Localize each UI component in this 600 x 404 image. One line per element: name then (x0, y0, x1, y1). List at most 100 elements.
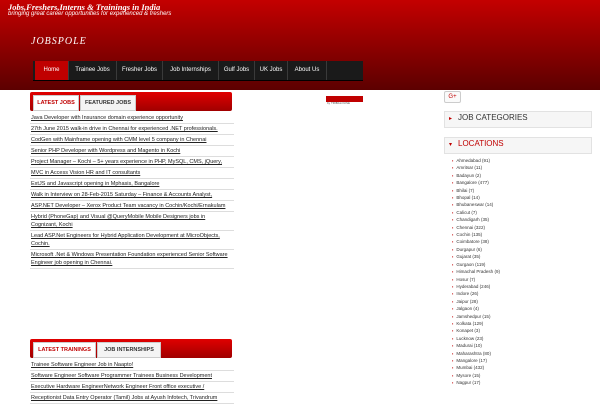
location-item[interactable]: ▪ Bangalore (477) (452, 179, 582, 186)
site-header: Jobs,Freshers,Interns & Trainings in Ind… (0, 0, 600, 90)
nav-job-internships[interactable]: Job Internships (163, 61, 219, 80)
bullet-icon: ▪ (452, 195, 454, 201)
location-label: Jalgaon (4) (456, 306, 479, 312)
nav-gulf-jobs[interactable]: Gulf Jobs (219, 61, 255, 80)
location-item[interactable]: ▪ Mangalore (17) (452, 357, 582, 364)
bullet-icon: ▪ (452, 202, 454, 208)
location-item[interactable]: ▪ Himachal Pradesh (9) (452, 268, 582, 275)
bullet-icon: ▪ (452, 291, 454, 297)
job-categories-header[interactable]: ▸ JOB CATEGORIES (444, 111, 592, 128)
list-item[interactable]: Senior PHP Developer with Wordpress and … (30, 146, 234, 157)
location-item[interactable]: ▪ Hosur (7) (452, 276, 582, 283)
bullet-icon: ▪ (452, 357, 454, 363)
tab-latest-trainings[interactable]: LATEST TRAININGS (33, 342, 96, 358)
tab-featured-jobs[interactable]: FEATURED JOBS (80, 95, 136, 111)
bullet-icon: ▪ (452, 239, 454, 245)
list-item[interactable]: Software Engineer Software Programmer Tr… (30, 371, 234, 382)
location-item[interactable]: ▪ Mumbai (432) (452, 364, 582, 371)
locations-list: ▪ Ahmedabad (91) ▪ Amritsar (11) ▪ Badayun (2… (452, 157, 582, 387)
location-item[interactable]: ▪ Ahmedabad (91) (452, 157, 582, 164)
bullet-icon: ▪ (452, 380, 454, 386)
location-item[interactable]: ▪ Nagpur (17) (452, 379, 582, 386)
locations-header[interactable]: ▾ LOCATIONS (444, 137, 592, 154)
location-item[interactable]: ▪ Gujarat (35) (452, 253, 582, 260)
location-item[interactable]: ▪ Bhilai (7) (452, 187, 582, 194)
location-item[interactable]: ▪ Lucknow (23) (452, 335, 582, 342)
location-item[interactable]: ▪ Calicut (7) (452, 209, 582, 216)
location-item[interactable]: ▪ Konapet (3) (452, 327, 582, 334)
location-item[interactable]: ▪ Jalgaon (4) (452, 305, 582, 312)
list-item[interactable]: CodGen with Mainframe opening with CMM l… (30, 135, 234, 146)
bullet-icon: ▪ (452, 372, 454, 378)
bullet-icon: ▪ (452, 261, 454, 267)
location-label: Hyderabad (246) (456, 283, 491, 289)
location-item[interactable]: ▪ Mysore (15) (452, 372, 582, 379)
tab-latest-jobs[interactable]: LATEST JOBS (33, 95, 79, 111)
main-nav: Home Trainee Jobs Fresher Jobs Job Inter… (33, 61, 363, 81)
chevron-right-icon: ▸ (449, 116, 453, 122)
nav-about-us[interactable]: About Us (288, 61, 327, 80)
bullet-icon: ▪ (452, 209, 454, 215)
location-label: Ahmedabad (91) (456, 158, 490, 163)
location-label: Konapet (3) (456, 328, 480, 334)
location-label: Himachal Pradesh (9) (456, 269, 500, 275)
job-categories-title: JOB CATEGORIES (458, 113, 528, 122)
list-item[interactable]: Hybrid (PhoneGap) and Visual @QueryMobil… (30, 212, 234, 231)
nav-fresher-jobs[interactable]: Fresher Jobs (117, 61, 163, 80)
bullet-icon: ▪ (452, 187, 454, 193)
location-label: Hosur (7) (456, 276, 476, 282)
location-item[interactable]: ▪ Kolkata (129) (452, 320, 582, 327)
nav-uk-jobs[interactable]: UK Jobs (255, 61, 288, 80)
trainings-tabbar: LATEST TRAININGS JOB INTERNSHIPS (30, 339, 232, 358)
location-label: Amritsar (11) (456, 165, 483, 171)
location-label: Nagpur (17) (456, 380, 481, 386)
bullet-icon: ▪ (452, 320, 454, 326)
list-item[interactable]: ASP.NET Developer – Xerox Product Team v… (30, 201, 234, 212)
location-item[interactable]: ▪ Bhopal (14) (452, 194, 582, 201)
location-item[interactable]: ▪ Jamshedpur (15) (452, 313, 582, 320)
location-label: Calicut (7) (456, 209, 477, 215)
google-plus-button[interactable]: G+ (444, 91, 461, 103)
bullet-icon: ▪ (452, 172, 454, 178)
list-item[interactable]: MVC in Access Vision HR and IT consultan… (30, 168, 234, 179)
nav-home[interactable]: Home (35, 61, 69, 80)
list-item[interactable]: Java Developer with Insurance domain exp… (30, 113, 234, 124)
location-label: Maharashtra (80) (456, 350, 491, 356)
location-item[interactable]: ▪ Durgapur (6) (452, 246, 582, 253)
location-item[interactable]: ▪ Madurai (10) (452, 342, 582, 349)
location-item[interactable]: ▪ Hyderabad (246) (452, 283, 582, 290)
list-item[interactable]: Lead ASP.Net Engineers for Hybrid Applic… (30, 231, 234, 250)
bullet-icon: ▪ (452, 180, 454, 186)
list-item[interactable]: Project Manager – Kochi – 5+ years exper… (30, 157, 234, 168)
list-item[interactable]: 27th June 2015 walk-in drive in Chennai … (30, 124, 234, 135)
location-item[interactable]: ▪ Gurgaon (119) (452, 261, 582, 268)
bullet-icon: ▪ (452, 269, 454, 275)
location-label: Bangalore (477) (456, 180, 489, 186)
location-label: Lucknow (23) (456, 335, 484, 341)
list-item[interactable]: Microsoft .Net & Windows Presentation Fo… (30, 250, 234, 269)
list-item[interactable]: ExtJS and Javascript opening in Mphasis,… (30, 179, 234, 190)
nav-trainee-jobs[interactable]: Trainee Jobs (69, 61, 117, 80)
list-item[interactable]: Walk in Interview on 28-Feb-2015 Saturda… (30, 190, 234, 201)
bullet-icon: ▪ (452, 313, 454, 319)
location-label: Gurgaon (119) (456, 261, 486, 267)
location-item[interactable]: ▪ Cochin (135) (452, 231, 582, 238)
bullet-icon: ▪ (452, 276, 454, 282)
location-label: Mysore (15) (456, 372, 481, 378)
location-label: Coimbatore (38) (456, 239, 489, 245)
location-item[interactable]: ▪ Amritsar (11) (452, 164, 582, 171)
list-item[interactable]: Executive Hardware EngineerNetwork Engin… (30, 382, 234, 393)
site-logo[interactable]: JOBSPOLE (31, 36, 87, 47)
location-item[interactable]: ▪ Chennai (322) (452, 224, 582, 231)
list-item[interactable]: Trainee Software Engineer Job in Naapto! (30, 360, 234, 371)
list-item[interactable]: Receptionist Data Entry Operator (Tamil)… (30, 393, 234, 404)
location-item[interactable]: ▪ Jaipur (28) (452, 298, 582, 305)
location-item[interactable]: ▪ Indore (26) (452, 290, 582, 297)
location-item[interactable]: ▪ Bhubaneswar (14) (452, 201, 582, 208)
tab-job-internships[interactable]: JOB INTERNSHIPS (97, 342, 161, 358)
location-item[interactable]: ▪ Chandigarh (35) (452, 216, 582, 223)
location-item[interactable]: ▪ Coimbatore (38) (452, 238, 582, 245)
location-item[interactable]: ▪ Badayun (2) (452, 172, 582, 179)
location-label: Durgapur (6) (456, 246, 482, 252)
location-item[interactable]: ▪ Maharashtra (80) (452, 350, 582, 357)
